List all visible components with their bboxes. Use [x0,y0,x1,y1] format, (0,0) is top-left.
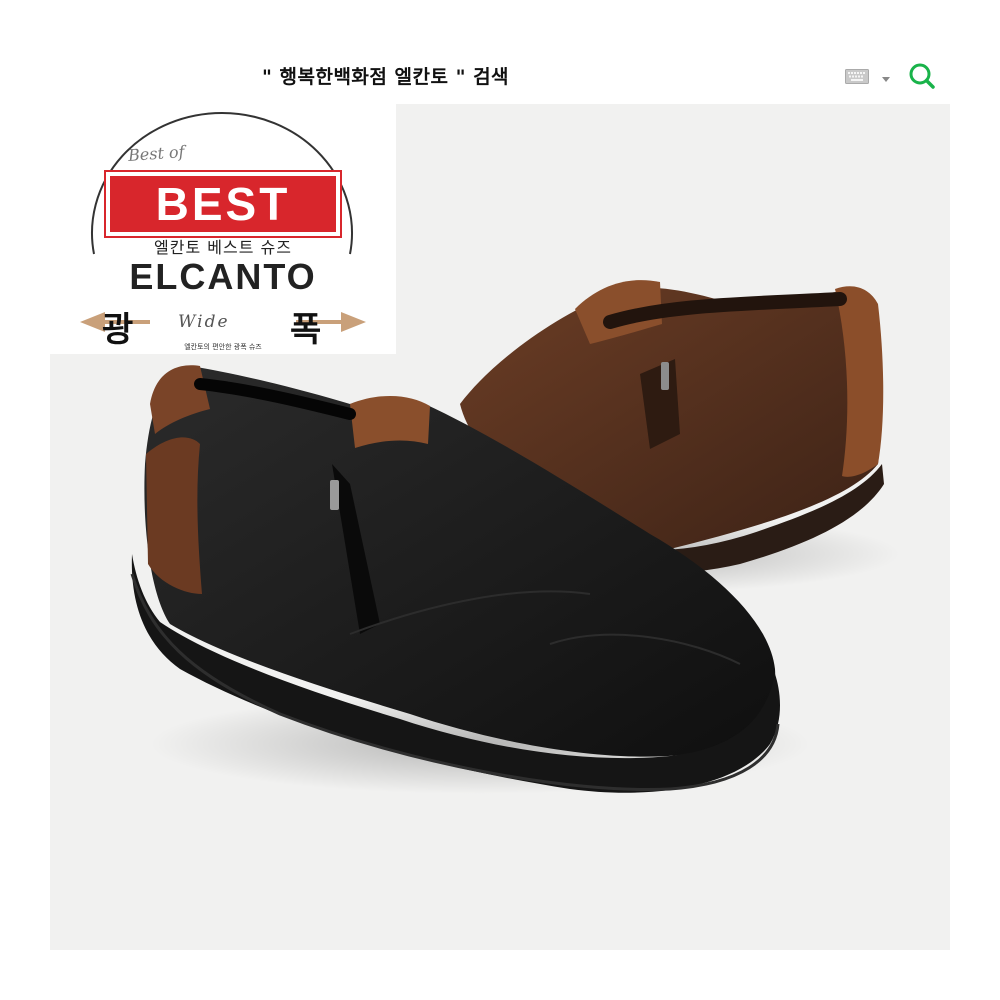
brand-name: ELCANTO [129,256,317,297]
keyboard-icon[interactable] [845,69,869,84]
wide-script: Wide [178,312,230,332]
best-of-script: Best of [127,142,186,165]
badge-subtitle: 엘칸토 베스트 슈즈 [154,238,292,257]
best-label: BEST [104,170,342,238]
search-bar: " 행복한백화점 엘칸토 " 검색 [0,50,1000,102]
caret-down-icon[interactable] [880,70,892,82]
search-query[interactable]: " 행복한백화점 엘칸토 " 검색 [262,62,509,89]
magnifier-icon[interactable] [906,60,938,92]
best-badge: Best of BEST 엘칸토 베스트 슈즈 ELCANTO 광 Wide 폭… [50,104,396,354]
badge-tagline: 엘칸토의 편안한 광폭 슈즈 [184,343,262,351]
